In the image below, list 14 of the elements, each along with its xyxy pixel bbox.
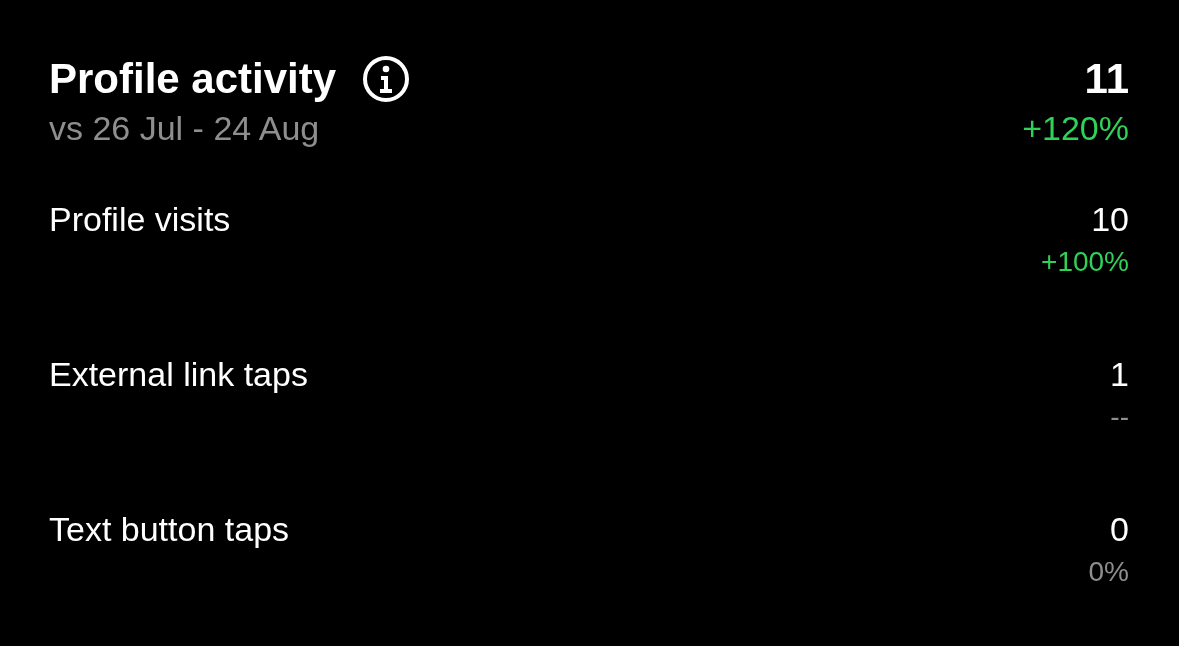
change-percent: +120%: [1022, 108, 1129, 149]
metric-label: Profile visits: [49, 199, 231, 240]
metric-change: +100%: [1041, 245, 1129, 279]
metric-change: 0%: [1088, 555, 1129, 589]
total-value: 11: [1084, 54, 1129, 104]
metric-value: 1: [1110, 354, 1129, 395]
metric-value: 10: [1091, 199, 1129, 240]
section-title: Profile activity: [49, 54, 337, 104]
info-icon[interactable]: [362, 55, 411, 103]
metric-label: Text button taps: [49, 509, 290, 550]
metric-label: External link taps: [49, 354, 308, 395]
metric-value: 0: [1110, 509, 1129, 550]
metric-change: --: [1110, 400, 1129, 434]
date-range: vs 26 Jul - 24 Aug: [49, 108, 321, 149]
